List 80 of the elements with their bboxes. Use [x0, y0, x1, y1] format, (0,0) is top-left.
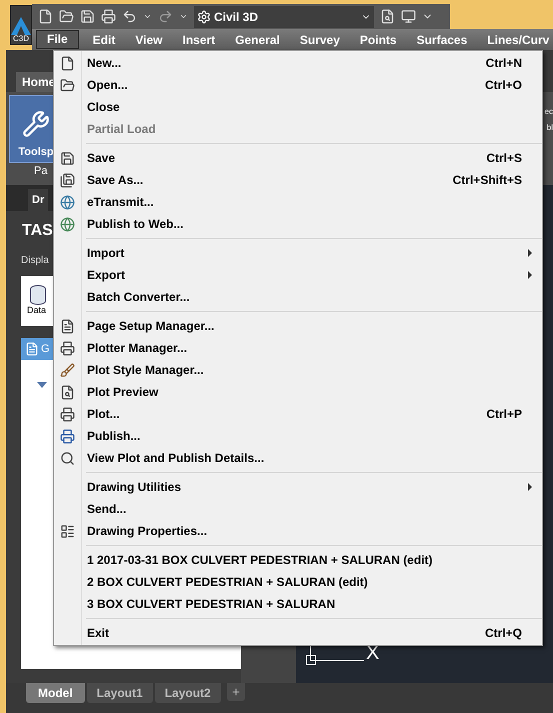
- file-menu-item[interactable]: Exit Ctrl+Q: [54, 622, 542, 644]
- printer-icon: [60, 406, 75, 422]
- caret-icon[interactable]: [179, 12, 188, 21]
- globe-icon: [60, 216, 75, 232]
- menu-item[interactable]: Edit: [82, 30, 126, 48]
- print-icon[interactable]: [101, 9, 116, 24]
- menu-item[interactable]: Insert: [172, 30, 226, 48]
- logo-icon: [11, 17, 31, 35]
- submenu-arrow-icon: [528, 271, 532, 279]
- preview-icon[interactable]: [380, 9, 395, 24]
- printer-icon: [60, 428, 75, 444]
- properties-icon: [60, 524, 75, 538]
- file-menu-item[interactable]: Drawing Properties...: [54, 520, 542, 542]
- palette-title: TAS: [22, 221, 53, 241]
- workspace-dropdown[interactable]: Civil 3D: [194, 6, 374, 28]
- file-menu-item[interactable]: View Plot and Publish Details...: [54, 447, 542, 469]
- layout-tab[interactable]: Model: [26, 683, 85, 703]
- file-menu-item[interactable]: 2 BOX CULVERT PEDESTRIAN + SALURAN (edit): [54, 571, 542, 593]
- file-menu-item[interactable]: Page Setup Manager...: [54, 315, 542, 337]
- file-menu-item[interactable]: Drawing Utilities: [54, 476, 542, 498]
- plus-icon: [230, 687, 241, 697]
- database-icon: [30, 285, 46, 306]
- file-menu-item[interactable]: Save As... Ctrl+Shift+S: [54, 169, 542, 191]
- file-menu-item[interactable]: eTransmit...: [54, 191, 542, 213]
- file-menu-item[interactable]: Plot Preview: [54, 381, 542, 403]
- menu-item[interactable]: File: [36, 30, 79, 49]
- magnifier-icon: [60, 450, 75, 466]
- expand-icon: [37, 382, 47, 388]
- globe-icon: [60, 194, 75, 210]
- file-menu-item[interactable]: Publish...: [54, 425, 542, 447]
- toolbar-label: G: [41, 342, 50, 357]
- app-button[interactable]: C3D: [10, 5, 32, 45]
- folder-icon: [60, 78, 75, 92]
- open-icon[interactable]: [59, 9, 74, 24]
- panel-label: Pa: [34, 166, 48, 177]
- ucs-icon: [306, 645, 364, 665]
- file-menu-item[interactable]: Import: [54, 242, 542, 264]
- undo-icon[interactable]: [122, 9, 137, 24]
- caret-icon[interactable]: [143, 12, 152, 21]
- brush-icon: [60, 362, 75, 378]
- menu-item[interactable]: Surfaces: [406, 30, 478, 48]
- layout-tab[interactable]: Layout2: [154, 683, 221, 703]
- file-menu-item[interactable]: Plotter Manager...: [54, 337, 542, 359]
- file-menu-item[interactable]: Export: [54, 264, 542, 286]
- gear-icon: [197, 10, 211, 24]
- file-menu-item[interactable]: Plot Style Manager...: [54, 359, 542, 381]
- monitor-icon[interactable]: [401, 9, 416, 24]
- menu-item[interactable]: Points: [350, 30, 407, 48]
- menu-item[interactable]: General: [225, 30, 290, 48]
- file-menu-item[interactable]: 1 2017-03-31 BOX CULVERT PEDESTRIAN + SALURAN (edit): [54, 549, 542, 571]
- x-axis-label: X: [366, 643, 380, 663]
- submenu-arrow-icon: [528, 249, 532, 257]
- tools-icon: [22, 110, 50, 138]
- display-label: Displa: [21, 254, 49, 268]
- printer-icon: [60, 340, 75, 356]
- data-label: Data: [27, 305, 46, 317]
- palette-tab[interactable]: Dr: [28, 189, 48, 211]
- new-file-icon: [60, 56, 75, 70]
- ribbon-label: ec: [544, 108, 553, 116]
- menu-item[interactable]: Survey: [290, 30, 350, 48]
- page-icon: [60, 318, 75, 334]
- save-icon: [60, 150, 75, 166]
- redo-icon[interactable]: [158, 9, 173, 24]
- toolbar-icon: [25, 342, 39, 356]
- new-icon[interactable]: [38, 9, 53, 24]
- file-menu-item[interactable]: New... Ctrl+N: [54, 52, 542, 74]
- submenu-arrow-icon: [528, 483, 532, 491]
- ribbon-label: bl: [546, 124, 553, 132]
- file-menu-item[interactable]: 3 BOX CULVERT PEDESTRIAN + SALURAN: [54, 593, 542, 615]
- file-menu-item[interactable]: Send...: [54, 498, 542, 520]
- menu-item[interactable]: Lines/Curv: [477, 30, 553, 48]
- layout-tab[interactable]: Layout1: [86, 683, 153, 703]
- save-icon[interactable]: [80, 9, 95, 24]
- add-layout-button[interactable]: [226, 683, 245, 701]
- menu-item[interactable]: View: [125, 30, 172, 48]
- file-menu-item[interactable]: Batch Converter...: [54, 286, 542, 308]
- preview-icon: [60, 384, 75, 400]
- file-menu-item[interactable]: Publish to Web...: [54, 213, 542, 235]
- save-as-icon: [60, 172, 75, 188]
- file-menu-item[interactable]: Plot... Ctrl+P: [54, 403, 542, 425]
